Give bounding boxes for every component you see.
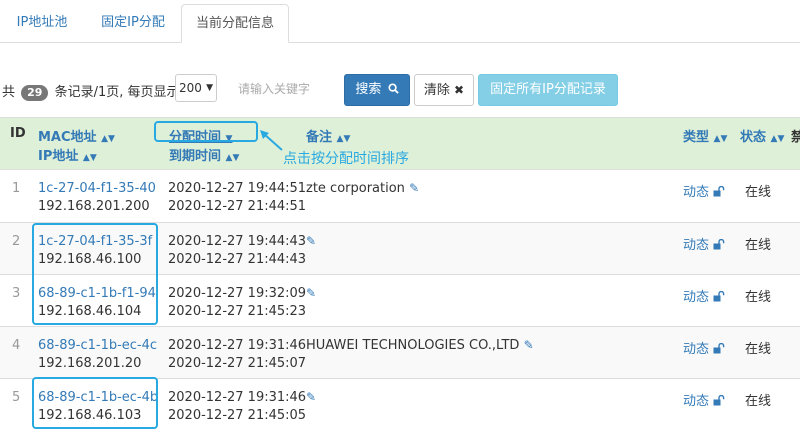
mac-link[interactable]: 1c-27-04-f1-35-40 [38,181,156,196]
status-text: 在线 [745,238,772,253]
header-id: ID [10,126,26,141]
mac-ip-highlight-1 [32,223,158,325]
type-dynamic-link[interactable]: 动态 [683,338,725,357]
clear-button-label: 清除 [423,83,450,98]
unlock-icon [713,185,725,197]
assign-time-highlight [154,121,258,142]
type-dynamic-link[interactable]: 动态 [683,234,725,253]
note-text: zte corporation [306,181,405,196]
note-cell: ✎ [306,234,316,249]
row-id: 5 [12,390,21,405]
tab-ip-pool[interactable]: IP地址池 [0,4,84,41]
row-id: 2 [12,234,21,249]
header-status-label: 状态 [740,130,767,145]
tab-fixed-ip[interactable]: 固定IP分配 [86,4,180,41]
record-summary: 共 29 条记录/1页, 每页显示 [2,81,180,101]
row-id: 3 [12,286,21,301]
assign-time: 2020-12-27 19:44:43 [168,234,307,249]
note-text: HUAWEI TECHNOLOGIES CO.,LTD [306,338,520,353]
sort-icon: ▲▼ [336,134,351,144]
note-cell: ✎ [306,286,316,301]
tab-bar: IP地址池 固定IP分配 当前分配信息 [0,0,800,43]
status-text: 在线 [745,342,772,357]
note-cell: zte corporation ✎ [306,181,419,196]
sort-icon: ▲▼ [101,134,115,144]
type-label: 动态 [683,290,710,305]
assign-time: 2020-12-27 19:31:46 [168,390,307,405]
type-dynamic-link[interactable]: 动态 [683,390,725,409]
edit-pencil-icon[interactable]: ✎ [306,286,316,300]
expire-time: 2020-12-27 21:45:23 [168,304,307,319]
sort-icon: ▲▼ [770,134,785,144]
header-type-label: 类型 [683,130,710,145]
row-id: 4 [12,338,21,353]
ip-address: 192.168.201.20 [38,356,142,371]
assign-time: 2020-12-27 19:31:46 [168,338,307,353]
sort-icon: ▲▼ [82,153,97,163]
type-dynamic-link[interactable]: 动态 [683,181,725,200]
type-label: 动态 [683,185,710,200]
clear-button[interactable]: 清除 ✖ [414,74,474,106]
sort-icon: ▲▼ [713,134,728,144]
unlock-icon [713,238,725,250]
total-prefix: 共 [2,85,16,100]
header-note-sort[interactable]: 备注 ▲▼ [306,126,350,145]
unlock-icon [713,342,725,354]
status-text: 在线 [745,290,772,305]
note-cell: ✎ [306,390,316,405]
ip-address: 192.168.201.200 [38,199,150,214]
toolbar: 共 29 条记录/1页, 每页显示 200 ▼ 搜索 清除 ✖ 固定所有IP分配… [0,73,800,107]
edit-pencil-icon[interactable]: ✎ [306,390,316,404]
note-cell: HUAWEI TECHNOLOGIES CO.,LTD ✎ [306,338,534,353]
header-ip-label: IP地址 [38,149,79,164]
sort-hint-annotation: 点击按分配时间排序 [283,151,409,167]
assign-time: 2020-12-27 19:32:09 [168,286,307,301]
header-note-label: 备注 [306,130,333,145]
type-label: 动态 [683,238,710,253]
header-expire-time-sort[interactable]: 到期时间 ▲▼ [169,145,239,164]
header-expire-time-label: 到期时间 [169,149,222,164]
page-size-value: 200 [179,81,202,95]
page-size-select[interactable]: 200 ▼ [175,74,217,102]
row-id: 1 [12,181,21,196]
header-overflow: 禁 [791,130,800,145]
header-ip-sort[interactable]: IP地址 ▲▼ [38,145,97,164]
tab-current-assignments[interactable]: 当前分配信息 [181,4,289,43]
header-mac-label: MAC地址 [38,130,97,145]
search-icon [388,83,399,94]
table-row: 1 1c-27-04-f1-35-40 192.168.201.200 2020… [0,169,800,221]
edit-pencil-icon[interactable]: ✎ [306,234,316,248]
expire-time: 2020-12-27 21:45:05 [168,408,307,423]
type-label: 动态 [683,342,710,357]
type-label: 动态 [683,394,710,409]
mac-link[interactable]: 68-89-c1-1b-ec-4c [38,338,157,353]
edit-pencil-icon[interactable]: ✎ [409,181,419,195]
fix-all-assignments-button[interactable]: 固定所有IP分配记录 [478,74,618,106]
table-row: 4 68-89-c1-1b-ec-4c 192.168.201.20 2020-… [0,326,800,378]
search-button-label: 搜索 [355,82,382,97]
status-text: 在线 [745,394,772,409]
arrow-icon [260,130,283,151]
status-text: 在线 [745,185,772,200]
expire-time: 2020-12-27 21:45:07 [168,356,307,371]
header-status-sort[interactable]: 状态 ▲▼ [740,126,784,145]
type-dynamic-link[interactable]: 动态 [683,286,725,305]
search-button[interactable]: 搜索 [344,74,410,106]
expire-time: 2020-12-27 21:44:51 [168,199,307,214]
mac-ip-highlight-2 [32,377,158,429]
edit-pencil-icon[interactable]: ✎ [524,338,534,352]
close-icon: ✖ [454,83,465,97]
chevron-down-icon: ▼ [206,83,213,93]
expire-time: 2020-12-27 21:44:43 [168,252,307,267]
sort-icon: ▲▼ [225,153,240,163]
header-type-sort[interactable]: 类型 ▲▼ [683,126,727,145]
search-input[interactable] [226,74,334,104]
total-suffix: 条记录/1页, 每页显示 [54,85,180,100]
total-count-badge: 29 [21,85,49,101]
assign-time: 2020-12-27 19:44:51 [168,181,307,196]
unlock-icon [713,290,725,302]
header-mac-sort[interactable]: MAC地址 ▲▼ [38,126,115,145]
unlock-icon [713,394,725,406]
